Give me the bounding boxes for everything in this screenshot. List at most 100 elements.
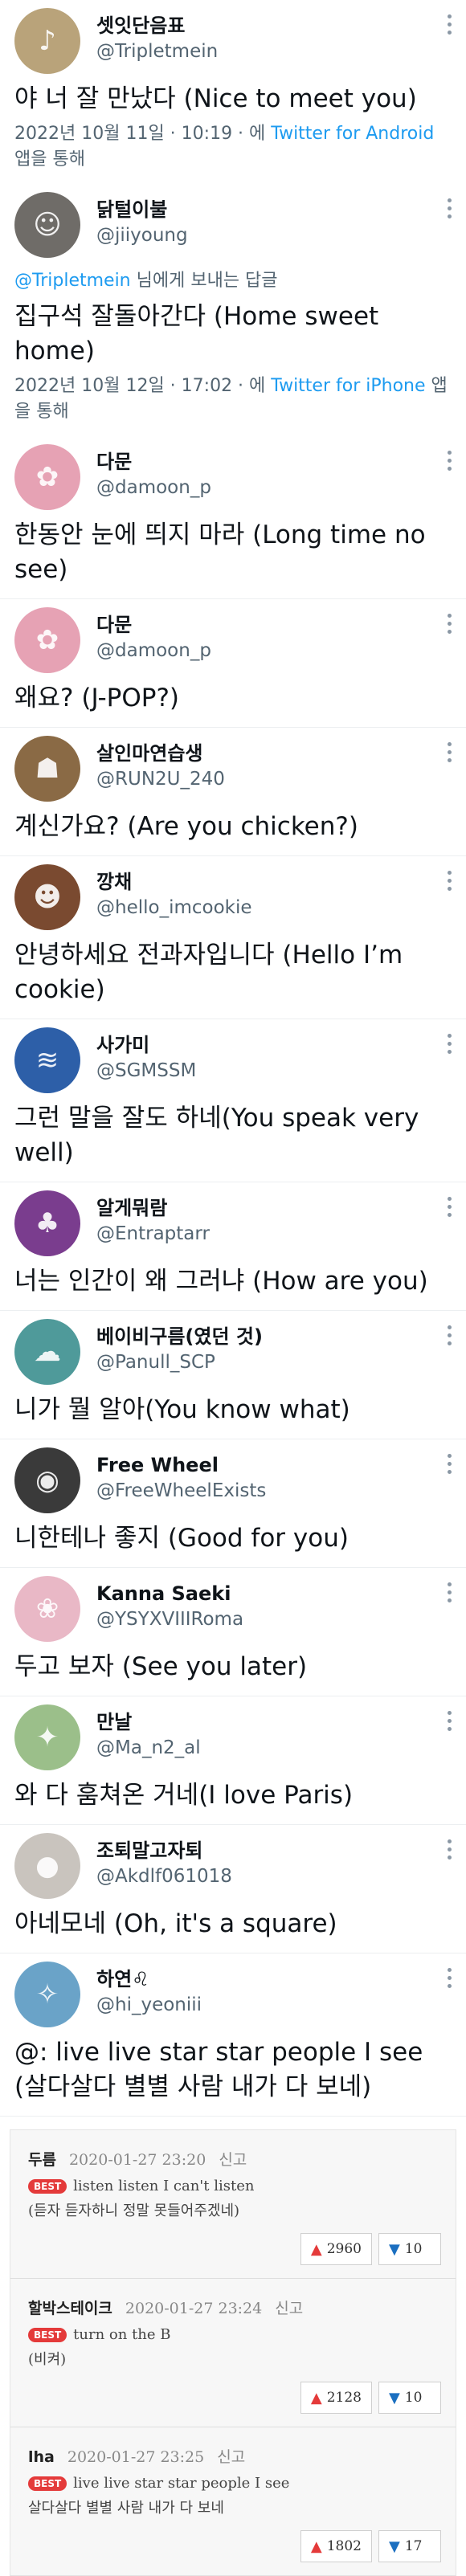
display-name[interactable]: 알게뭐람	[96, 1195, 210, 1221]
avatar[interactable]: ≋	[14, 1027, 80, 1093]
upvote-button[interactable]: ▲ 1802	[300, 2530, 372, 2562]
comment-author[interactable]: 두름	[28, 2151, 56, 2169]
tweet[interactable]: ♣ 알게뭐람 @Entraptarr 너는 인간이 왜 그러냐 (How are yo…	[0, 1182, 466, 1311]
author: 알게뭐람 @Entraptarr	[96, 1190, 210, 1247]
avatar[interactable]: ◉	[14, 1447, 80, 1513]
reply-to-link[interactable]: @Tripletmein	[14, 271, 131, 291]
upvote-button[interactable]: ▲ 2128	[300, 2382, 372, 2414]
tweet-source-link[interactable]: Twitter for iPhone	[271, 376, 425, 396]
tweet[interactable]: ☻ 깡채 @hello_imcookie 안녕하세요 전과자입니다 (Hello I’…	[0, 856, 466, 1019]
tweet[interactable]: ✧ 하연♌︎ @hi_yeoniii @: live live star star p…	[0, 1953, 466, 2117]
tweet-timestamp[interactable]: 2022년 10월 11일 · 10:19 · 에	[14, 124, 271, 144]
report-link[interactable]: 신고	[275, 2300, 303, 2317]
display-name[interactable]: 셋잇단음표	[96, 13, 218, 39]
user-handle[interactable]: @FreeWheelExists	[96, 1478, 266, 1504]
avatar-image: ≋	[35, 1044, 59, 1076]
tweet-header: ✧ 하연♌︎ @hi_yeoniii	[14, 1962, 450, 2027]
tweet[interactable]: ☗ 살인마연습생 @RUN2U_240 계신가요? (Are you chicken?…	[0, 728, 466, 856]
more-options-icon[interactable]	[447, 1197, 452, 1219]
user-handle[interactable]: @Akdlf061018	[96, 1864, 232, 1889]
more-options-icon[interactable]	[447, 1839, 452, 1862]
tweet-text: 한동안 눈에 띄지 마라 (Long time no see)	[14, 521, 426, 584]
avatar-image: ✿	[35, 624, 59, 656]
tweet[interactable]: ❀ Kanna Saeki @YSYXVIIIRoma 두고 보자 (See you …	[0, 1568, 466, 1696]
avatar[interactable]: ●	[14, 1833, 80, 1899]
user-handle[interactable]: @hi_yeoniii	[96, 1992, 202, 2018]
user-handle[interactable]: @Entraptarr	[96, 1221, 210, 1247]
report-link[interactable]: 신고	[219, 2151, 247, 2169]
downvote-button[interactable]: ▼ 10	[378, 2382, 441, 2414]
avatar[interactable]: ✿	[14, 444, 80, 510]
display-name[interactable]: Free Wheel	[96, 1452, 266, 1478]
avatar[interactable]: ✦	[14, 1704, 80, 1770]
user-handle[interactable]: @damoon_p	[96, 475, 211, 500]
avatar[interactable]: ☗	[14, 736, 80, 802]
tweet[interactable]: ● 조퇴말고자퇴 @Akdlf061018 아네모네 (Oh, it's a squa…	[0, 1825, 466, 1953]
display-name[interactable]: 사가미	[96, 1032, 196, 1058]
user-handle[interactable]: @RUN2U_240	[96, 766, 225, 792]
thumbs-down-icon: ▼	[389, 2240, 400, 2258]
tweet[interactable]: ✦ 만날 @Ma_n2_al 와 다 훔쳐온 거네(I love Paris)	[0, 1696, 466, 1825]
more-options-icon[interactable]	[447, 1711, 452, 1733]
more-options-icon[interactable]	[447, 14, 452, 37]
display-name[interactable]: 닭털이불	[96, 197, 188, 222]
user-handle[interactable]: @Panull_SCP	[96, 1349, 263, 1375]
display-name[interactable]: 베이비구름(였던 것)	[96, 1324, 263, 1349]
reply-context: @Tripletmein 님에게 보내는 답글	[14, 266, 450, 292]
display-name[interactable]: 만날	[96, 1709, 201, 1735]
more-options-icon[interactable]	[447, 614, 452, 636]
avatar[interactable]: ✧	[14, 1962, 80, 2027]
tweet-source-link[interactable]: Twitter for Android	[271, 124, 434, 144]
more-options-icon[interactable]	[447, 1968, 452, 1990]
user-handle[interactable]: @damoon_p	[96, 638, 211, 663]
more-options-icon[interactable]	[447, 1454, 452, 1476]
display-name[interactable]: 깡채	[96, 869, 252, 895]
avatar[interactable]: ♪	[14, 8, 80, 74]
more-options-icon[interactable]	[447, 198, 452, 221]
display-name[interactable]: 조퇴말고자퇴	[96, 1838, 232, 1864]
more-options-icon[interactable]	[447, 1582, 452, 1605]
comment-date: 2020-01-27 23:20	[68, 2151, 206, 2169]
comment-author[interactable]: 할박스테이크	[28, 2300, 112, 2317]
display-name[interactable]: 다문	[96, 612, 211, 638]
display-name[interactable]: 살인마연습생	[96, 741, 225, 766]
tweet[interactable]: ✿ 다문 @damoon_p 왜요? (J-POP?)	[0, 599, 466, 728]
report-link[interactable]: 신고	[217, 2448, 245, 2466]
more-options-icon[interactable]	[447, 871, 452, 893]
avatar[interactable]: ✿	[14, 607, 80, 673]
tweet[interactable]: ☺ 닭털이불 @jiiyoung @Tripletmein 님에게 보내는 답글 집구석…	[0, 184, 466, 436]
avatar[interactable]: ☁	[14, 1319, 80, 1385]
tweet-text: 계신가요? (Are you chicken?)	[14, 812, 358, 841]
avatar-image: ☺	[33, 209, 62, 241]
avatar-image: ●	[35, 1850, 59, 1882]
avatar[interactable]: ☻	[14, 864, 80, 930]
user-handle[interactable]: @Tripletmein	[96, 39, 218, 64]
user-handle[interactable]: @Ma_n2_al	[96, 1735, 201, 1761]
more-options-icon[interactable]	[447, 742, 452, 765]
display-name[interactable]: 하연♌︎	[96, 1966, 202, 1992]
downvote-button[interactable]: ▼ 17	[378, 2530, 441, 2562]
more-options-icon[interactable]	[447, 451, 452, 473]
avatar[interactable]: ❀	[14, 1576, 80, 1642]
user-handle[interactable]: @YSYXVIIIRoma	[96, 1606, 243, 1632]
tweet[interactable]: ♪ 셋잇단음표 @Tripletmein 야 너 잘 만났다 (Nice to mee…	[0, 0, 466, 184]
author: 다문 @damoon_p	[96, 444, 211, 500]
tweet[interactable]: ✿ 다문 @damoon_p 한동안 눈에 띄지 마라 (Long time no s…	[0, 436, 466, 599]
avatar[interactable]: ♣	[14, 1190, 80, 1256]
user-handle[interactable]: @SGMSSM	[96, 1058, 196, 1084]
user-handle[interactable]: @hello_imcookie	[96, 895, 252, 921]
upvote-button[interactable]: ▲ 2960	[300, 2233, 372, 2265]
tweet[interactable]: ☁ 베이비구름(였던 것) @Panull_SCP 니가 뭘 알아(You know …	[0, 1311, 466, 1439]
tweet[interactable]: ≋ 사가미 @SGMSSM 그런 말을 잘도 하네(You speak very we…	[0, 1019, 466, 1182]
more-options-icon[interactable]	[447, 1034, 452, 1056]
user-handle[interactable]: @jiiyoung	[96, 222, 188, 248]
tweet[interactable]: ◉ Free Wheel @FreeWheelExists 니한테나 좋지 (Good…	[0, 1439, 466, 1568]
more-options-icon[interactable]	[447, 1325, 452, 1348]
avatar[interactable]: ☺	[14, 192, 80, 258]
comment-translation: (듣자 듣자하니 정말 못들어주겠네)	[28, 2202, 240, 2219]
comment-author[interactable]: lha	[28, 2448, 55, 2466]
display-name[interactable]: 다문	[96, 449, 211, 475]
tweet-timestamp[interactable]: 2022년 10월 12일 · 17:02 · 에	[14, 376, 271, 396]
display-name[interactable]: Kanna Saeki	[96, 1581, 243, 1606]
downvote-button[interactable]: ▼ 10	[378, 2233, 441, 2265]
